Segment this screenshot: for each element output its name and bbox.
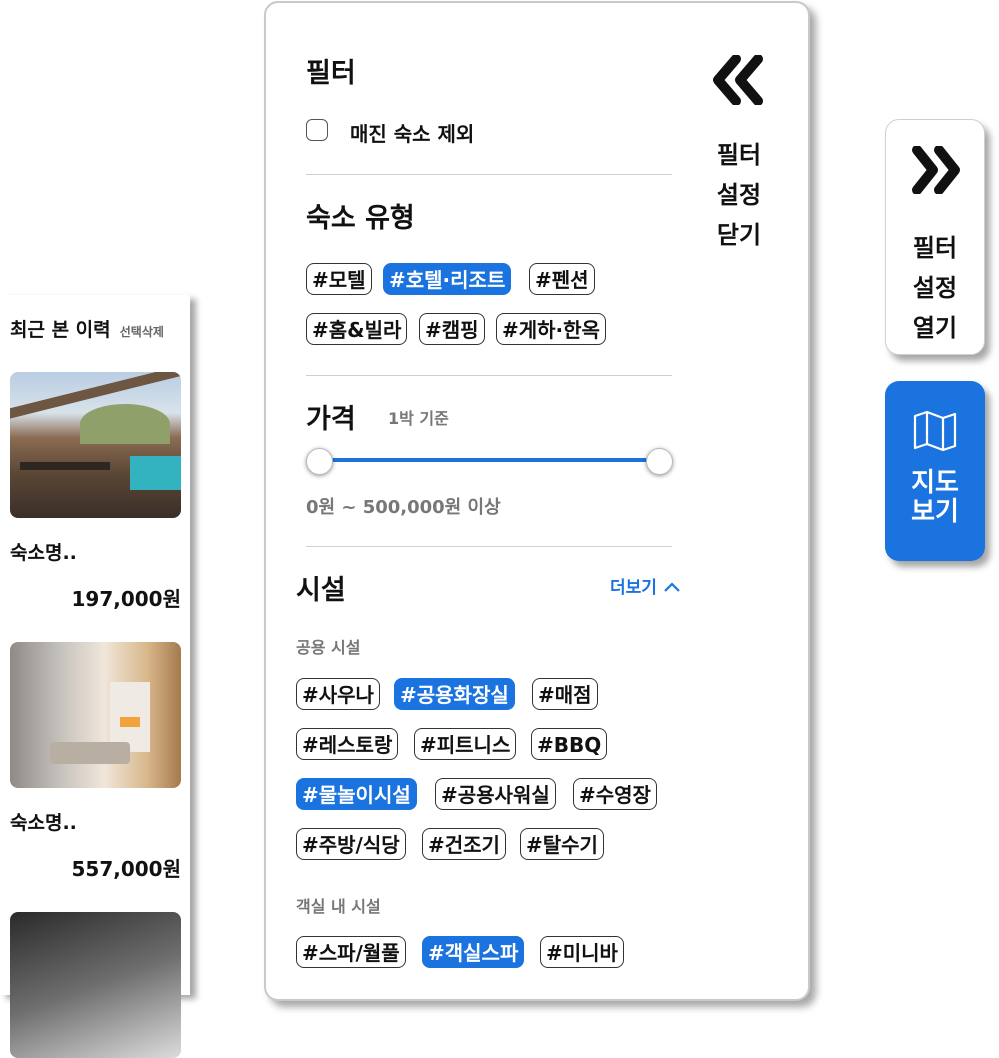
more-button[interactable]: 더보기 xyxy=(610,573,681,598)
lodging-name: 숙소명.. xyxy=(10,542,77,564)
price-slider-track[interactable] xyxy=(318,458,658,462)
filter-title: 필터 xyxy=(306,58,356,89)
tag-public-shower[interactable]: #공용사워실 xyxy=(435,778,556,810)
filter-panel: 필터 필터 설정 닫기 매진 숙소 제외 숙소 유형 #모텔 #호텔·리조트 #… xyxy=(264,1,810,1001)
open-filter-label: 필터 설정 열기 xyxy=(912,234,958,342)
divider xyxy=(306,375,672,376)
exclude-soldout-label: 매진 숙소 제외 xyxy=(350,122,475,146)
map-view-button[interactable]: 지도 보기 xyxy=(885,381,985,561)
tag-camping[interactable]: #캠핑 xyxy=(419,313,485,345)
tag-home-villa[interactable]: #홈&빌라 xyxy=(306,313,408,345)
recent-item[interactable]: 숙소명.. 557,000원 xyxy=(10,642,181,882)
tag-minibar[interactable]: #미니바 xyxy=(540,936,624,968)
tag-spin-dryer[interactable]: #탈수기 xyxy=(520,828,604,860)
lodging-price: 197,000원 xyxy=(71,587,182,611)
tag-hotel-resort[interactable]: #호텔·리조트 xyxy=(383,263,512,295)
lodging-thumbnail[interactable] xyxy=(10,642,181,788)
tag-bbq[interactable]: #BBQ xyxy=(531,728,608,760)
divider xyxy=(306,546,672,547)
close-filter-icon[interactable] xyxy=(710,54,766,106)
map-view-label: 지도 보기 xyxy=(911,468,959,527)
tag-motel[interactable]: #모텔 xyxy=(306,263,372,295)
recent-item[interactable]: 숙소명.. 197,000원 xyxy=(10,372,181,612)
open-filter-icon xyxy=(911,145,963,195)
price-sub: 1박 기준 xyxy=(388,409,449,428)
tag-water-facility[interactable]: #물놀이시설 xyxy=(296,778,417,810)
price-max-handle[interactable] xyxy=(646,448,673,475)
tag-dryer[interactable]: #건조기 xyxy=(422,828,506,860)
chevron-up-icon xyxy=(664,582,680,592)
public-facility-title: 공용 시설 xyxy=(296,638,361,657)
price-min-handle[interactable] xyxy=(306,448,333,475)
tag-public-restroom[interactable]: #공용화장실 xyxy=(394,678,515,710)
tag-spa-whirlpool[interactable]: #스파/월풀 xyxy=(296,936,406,968)
lodging-name: 숙소명.. xyxy=(10,812,77,834)
facility-title: 시설 xyxy=(296,575,346,606)
delete-selected-button[interactable]: 선택삭제 xyxy=(120,325,164,339)
price-range-text: 0원 ~ 500,000원 이상 xyxy=(306,497,501,518)
lodging-price: 557,000원 xyxy=(71,857,182,881)
recent-header: 최근 본 이력 선택삭제 xyxy=(10,315,164,342)
tag-pension[interactable]: #펜션 xyxy=(529,263,595,295)
close-filter-button[interactable]: 필터 설정 닫기 xyxy=(709,135,769,255)
tag-sauna[interactable]: #사우나 xyxy=(296,678,380,710)
tag-room-spa[interactable]: #객실스파 xyxy=(422,936,525,968)
exclude-soldout-checkbox[interactable] xyxy=(306,119,328,141)
recent-history-panel: 최근 본 이력 선택삭제 숙소명.. 197,000원 숙소명.. 557,00… xyxy=(0,295,190,1058)
open-filter-button[interactable]: 필터 설정 열기 xyxy=(885,119,985,355)
divider xyxy=(306,174,672,175)
tag-pool[interactable]: #수영장 xyxy=(573,778,657,810)
lodging-type-title: 숙소 유형 xyxy=(306,203,415,234)
room-facility-title: 객실 내 시설 xyxy=(296,897,381,916)
price-title: 가격 xyxy=(306,404,356,435)
tag-fitness[interactable]: #피트니스 xyxy=(414,728,517,760)
lodging-thumbnail[interactable] xyxy=(10,912,181,1058)
recent-item[interactable] xyxy=(10,912,181,1058)
map-icon xyxy=(912,409,958,453)
tag-restaurant[interactable]: #레스토랑 xyxy=(296,728,399,760)
lodging-thumbnail[interactable] xyxy=(10,372,181,518)
more-label: 더보기 xyxy=(610,578,657,598)
tag-kitchen-dining[interactable]: #주방/식당 xyxy=(296,828,406,860)
tag-guesthouse-hanok[interactable]: #게하·한옥 xyxy=(496,313,606,345)
tag-store[interactable]: #매점 xyxy=(532,678,598,710)
recent-title: 최근 본 이력 xyxy=(10,319,111,341)
